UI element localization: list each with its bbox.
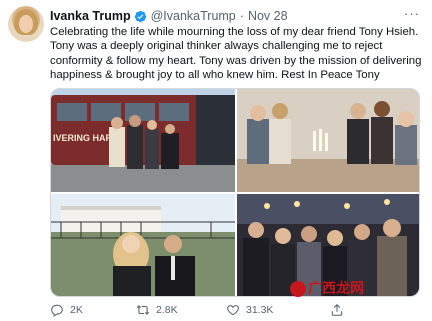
reply-icon [51, 304, 63, 317]
tweet-text: Celebrating the life while mourning the … [50, 25, 422, 83]
retweet-icon [136, 305, 150, 315]
tweet-date[interactable]: Nov 28 [248, 9, 288, 23]
retweet-button[interactable]: 2.8K [136, 303, 226, 317]
watermark-text: 广西龙网 [308, 280, 364, 296]
like-button[interactable]: 31.3K [226, 303, 330, 317]
share-icon [331, 304, 343, 316]
reply-button[interactable]: 2K [50, 303, 136, 317]
photo-group-bus[interactable]: IVERING HAPP [51, 89, 235, 192]
like-count: 31.3K [246, 304, 274, 316]
heart-icon [227, 305, 239, 316]
tweet-card[interactable]: Ivanka Trump @IvankaTrump · Nov 28 ··· C… [0, 0, 432, 321]
photo-grid: IVERING HAPP [50, 88, 420, 297]
reply-count: 2K [70, 304, 83, 316]
more-options-icon[interactable]: ··· [404, 6, 420, 21]
share-button[interactable] [330, 303, 370, 317]
user-name[interactable]: Ivanka Trump [50, 9, 131, 23]
watermark: 广西龙网 [290, 278, 364, 298]
photo-dinner-table[interactable] [237, 89, 419, 192]
verified-badge-icon [134, 10, 146, 22]
tweet-text-line: conformity & follow my heart. Tony was d… [50, 54, 422, 67]
tweet-text-line: happiness & brought joy to all who knew … [50, 69, 380, 82]
avatar[interactable] [8, 6, 44, 42]
tweet-text-line: Tony was a deeply original thinker alway… [50, 40, 383, 53]
tweet-header: Ivanka Trump @IvankaTrump · Nov 28 ··· [50, 6, 424, 24]
tweet-text-line: Celebrating the life while mourning the … [50, 26, 419, 38]
action-bar: 2K 2.8K 31.3K [50, 302, 420, 318]
bus-lettering: IVERING HAPP [53, 133, 118, 143]
retweet-count: 2.8K [156, 304, 178, 316]
user-handle[interactable]: @IvankaTrump [151, 9, 236, 23]
watermark-logo-icon [290, 281, 306, 298]
photo-white-house[interactable] [51, 194, 235, 296]
separator-dot: · [239, 9, 244, 23]
